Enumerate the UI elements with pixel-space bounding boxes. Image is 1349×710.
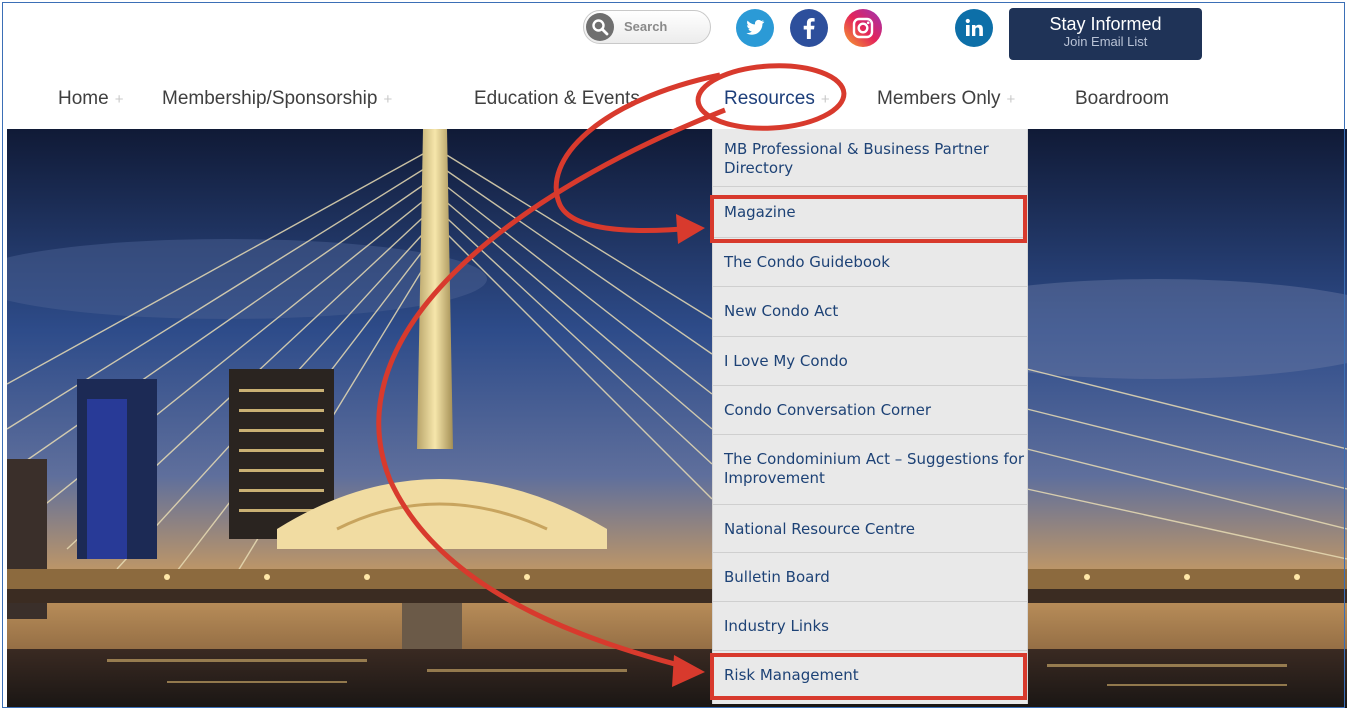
linkedin-icon[interactable]	[955, 9, 993, 47]
nav-item-label: Membership/Sponsorship	[162, 88, 378, 109]
dropdown-item-label: National Resource Centre	[724, 520, 915, 538]
dropdown-item-condo-guidebook[interactable]: The Condo Guidebook	[713, 238, 1027, 287]
dropdown-item-label: The Condominium Act – Suggestions for Im…	[724, 450, 1025, 487]
risk-management-highlight-box	[710, 653, 1027, 700]
dropdown-item-label: MB Professional & Business Partner Direc…	[724, 140, 989, 177]
main-nav: Home + Membership/Sponsorship + Education …	[0, 84, 1349, 124]
nav-item-resources[interactable]: Resources +	[724, 88, 830, 110]
nav-item-home[interactable]: Home +	[58, 88, 123, 110]
search-icon[interactable]	[586, 13, 614, 41]
stay-informed-title: Stay Informed	[1049, 14, 1162, 34]
instagram-icon[interactable]	[844, 9, 882, 47]
dropdown-item-label: Bulletin Board	[724, 568, 830, 586]
nav-item-label: Home	[58, 88, 109, 109]
dropdown-item-bulletin-board[interactable]: Bulletin Board	[713, 553, 1027, 602]
hero-image	[7, 129, 1347, 708]
nav-item-membership[interactable]: Membership/Sponsorship +	[162, 88, 392, 110]
plus-icon: +	[383, 91, 393, 108]
dropdown-item-new-condo-act[interactable]: New Condo Act	[713, 287, 1027, 337]
dropdown-item-i-love-my-condo[interactable]: I Love My Condo	[713, 337, 1027, 386]
facebook-icon[interactable]	[790, 9, 828, 47]
nav-item-label: Boardroom	[1075, 88, 1169, 109]
nav-item-education-events[interactable]: Education & Events	[474, 88, 640, 110]
dropdown-item-conversation-corner[interactable]: Condo Conversation Corner	[713, 386, 1027, 435]
stay-informed-subtitle: Join Email List	[1063, 34, 1148, 49]
magazine-highlight-box	[710, 195, 1027, 243]
dropdown-item-label: New Condo Act	[724, 302, 839, 320]
nav-item-label: Members Only	[877, 88, 1001, 109]
dropdown-item-label: Industry Links	[724, 617, 829, 635]
dropdown-item-condominium-act[interactable]: The Condominium Act – Suggestions for Im…	[713, 435, 1027, 505]
plus-icon: +	[1006, 91, 1016, 108]
dropdown-item-label: Condo Conversation Corner	[724, 401, 932, 419]
plus-icon: +	[820, 91, 830, 108]
dropdown-item-industry-links[interactable]: Industry Links	[713, 602, 1027, 651]
plus-icon: +	[114, 91, 124, 108]
nav-item-boardroom[interactable]: Boardroom	[1075, 88, 1169, 110]
nav-item-label: Resources	[724, 88, 815, 109]
dropdown-item-directory[interactable]: MB Professional & Business Partner Direc…	[713, 129, 1027, 187]
dropdown-item-national-resource-centre[interactable]: National Resource Centre	[713, 505, 1027, 553]
search-box[interactable]: Search	[583, 10, 711, 44]
nav-item-label: Education & Events	[474, 88, 640, 109]
stay-informed-button[interactable]: Stay Informed Join Email List	[1009, 8, 1202, 60]
dropdown-item-label: I Love My Condo	[724, 352, 848, 370]
twitter-icon[interactable]	[736, 9, 774, 47]
dropdown-item-label: The Condo Guidebook	[724, 253, 890, 271]
search-placeholder: Search	[624, 19, 668, 34]
nav-item-members-only[interactable]: Members Only +	[877, 88, 1015, 110]
